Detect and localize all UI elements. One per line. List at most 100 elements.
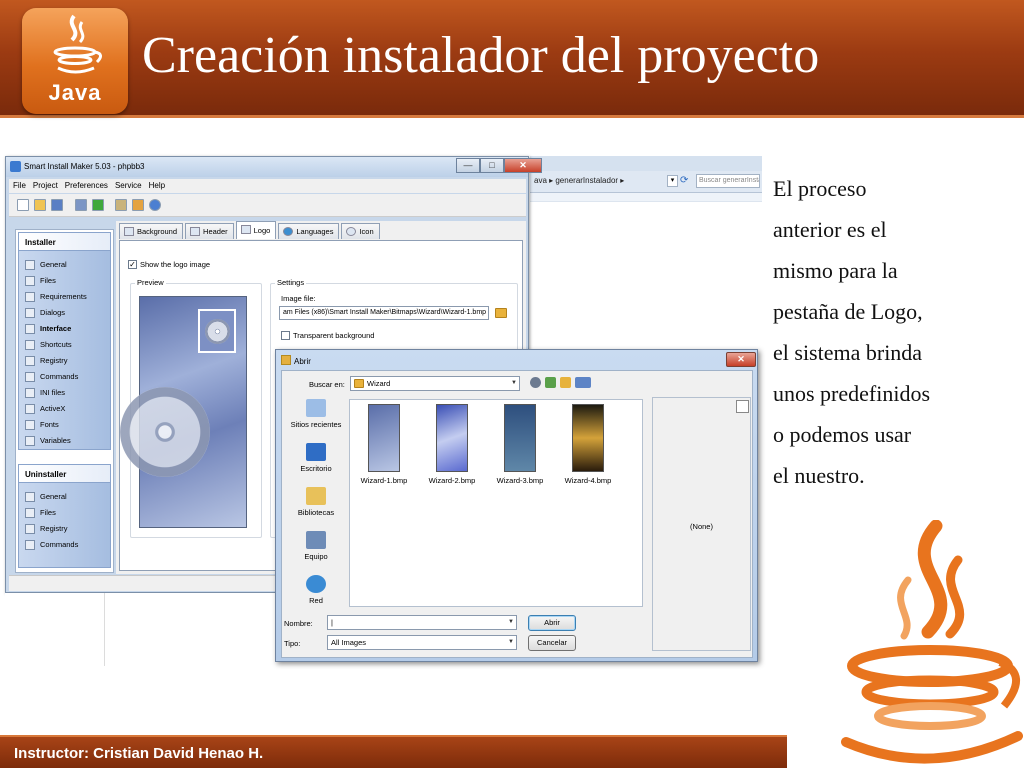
settings-icon[interactable] — [115, 199, 127, 211]
body-line: El proceso — [773, 176, 867, 201]
disc-thumbnail — [198, 309, 236, 353]
menu-help[interactable]: Help — [149, 179, 165, 193]
refresh-icon[interactable]: ⟳ — [680, 175, 692, 187]
maximize-button[interactable]: □ — [480, 158, 504, 173]
menu-bar: File Project Preferences Service Help — [9, 179, 526, 193]
run-icon[interactable] — [92, 199, 104, 211]
chevron-down-icon: ▼ — [508, 639, 514, 645]
explorer-search-input[interactable]: Buscar generarInsta — [696, 174, 760, 188]
filename-input[interactable]: | ▼ — [327, 615, 517, 630]
uninstaller-item-files[interactable]: Files — [19, 505, 110, 521]
background-window-strip — [5, 593, 105, 666]
files-icon — [25, 508, 35, 518]
uninstaller-item-general[interactable]: General — [19, 489, 110, 505]
sidebar-item-commands[interactable]: Commands — [19, 369, 110, 385]
commands-icon — [25, 540, 35, 550]
look-in-label: Buscar en: — [309, 380, 345, 389]
dialog-close-button[interactable]: ✕ — [726, 352, 756, 367]
explorer-breadcrumb[interactable]: ava ▸ generarInstalador ▸ — [534, 176, 624, 185]
sidebar-item-activex[interactable]: ActiveX — [19, 401, 110, 417]
desktop-icon — [306, 443, 326, 461]
fonts-icon — [25, 420, 35, 430]
place-recent[interactable]: Sitios recientes — [285, 399, 347, 429]
sidebar-item-registry[interactable]: Registry — [19, 353, 110, 369]
app-titlebar: Smart Install Maker 5.03 - phpbb3 — □ ✕ — [6, 157, 542, 177]
place-network[interactable]: Red — [285, 575, 347, 605]
tab-logo[interactable]: Logo — [235, 221, 277, 239]
sidebar-item-ini-files[interactable]: INI files — [19, 385, 110, 401]
menu-preferences[interactable]: Preferences — [65, 179, 108, 193]
shortcuts-icon — [25, 340, 35, 350]
explorer-address-bar: ava ▸ generarInstalador ▸ ▾ ⟳ Buscar gen… — [530, 171, 762, 193]
view-menu-icon[interactable] — [575, 377, 591, 388]
body-line: el sistema brinda — [773, 340, 923, 365]
file-item[interactable]: Wizard-2.bmp — [422, 404, 482, 485]
close-button[interactable]: ✕ — [504, 158, 542, 173]
save-icon[interactable] — [51, 199, 63, 211]
footer-instructor: Instructor: Cristian David Henao H. — [14, 745, 264, 762]
sidebar-item-general[interactable]: General — [19, 257, 110, 273]
preview-group-title: Preview — [135, 278, 166, 287]
show-logo-checkbox[interactable]: ✓ — [128, 260, 137, 269]
sidebar-item-variables[interactable]: Variables — [19, 433, 110, 449]
globe-icon — [283, 227, 294, 236]
sidebar-item-fonts[interactable]: Fonts — [19, 417, 110, 433]
cd-icon — [205, 319, 230, 344]
browse-folder-icon[interactable] — [495, 308, 507, 318]
place-libraries[interactable]: Bibliotecas — [285, 487, 347, 517]
slide-title: Creación instalador del proyecto — [142, 27, 820, 84]
dialogs-icon — [25, 308, 35, 318]
back-icon[interactable] — [530, 377, 541, 388]
menu-project[interactable]: Project — [33, 179, 58, 193]
slide-header: Java Creación instalador del proyecto — [0, 0, 1024, 118]
sidebar-item-shortcuts[interactable]: Shortcuts — [19, 337, 110, 353]
dialog-app-icon — [281, 355, 291, 365]
image-file-input[interactable]: am Files (x86)\Smart Install Maker\Bitma… — [279, 306, 489, 320]
place-computer[interactable]: Equipo — [285, 531, 347, 561]
uninstaller-item-registry[interactable]: Registry — [19, 521, 110, 537]
file-item[interactable]: Wizard-4.bmp — [558, 404, 618, 485]
tab-strip: Background Header Logo Languages Icon — [119, 221, 380, 240]
up-folder-icon[interactable] — [545, 377, 556, 388]
menu-service[interactable]: Service — [115, 179, 142, 193]
body-line: o podemos usar — [773, 422, 912, 447]
new-file-icon[interactable] — [17, 199, 29, 211]
cancel-button[interactable]: Cancelar — [528, 635, 576, 651]
uninstaller-item-commands[interactable]: Commands — [19, 537, 110, 553]
file-item[interactable]: Wizard-1.bmp — [354, 404, 414, 485]
bitmap-thumbnail — [572, 404, 604, 472]
preview-toggle-icon[interactable] — [736, 400, 749, 413]
open-folder-icon[interactable] — [34, 199, 46, 211]
file-item[interactable]: Wizard-3.bmp — [490, 404, 550, 485]
tab-icon[interactable]: Icon — [341, 223, 380, 239]
cd-icon — [120, 387, 210, 477]
bitmap-thumbnail — [436, 404, 468, 472]
tab-header[interactable]: Header — [185, 223, 234, 239]
computer-icon — [306, 531, 326, 549]
preview-text: (None) — [690, 522, 713, 531]
place-desktop[interactable]: Escritorio — [285, 443, 347, 473]
build-icon[interactable] — [75, 199, 87, 211]
body-line: mismo para la — [773, 258, 898, 283]
header-icon — [190, 227, 201, 236]
filetype-label: Tipo: — [284, 639, 301, 648]
breadcrumb-dropdown-icon[interactable]: ▾ — [667, 175, 678, 187]
sidebar-item-interface[interactable]: Interface — [19, 321, 110, 337]
sidebar-item-files[interactable]: Files — [19, 273, 110, 289]
tab-languages[interactable]: Languages — [278, 223, 340, 239]
sidebar-item-requirements[interactable]: Requirements — [19, 289, 110, 305]
tab-background[interactable]: Background — [119, 223, 184, 239]
help-icon[interactable] — [149, 199, 161, 211]
open-button[interactable]: Abrir — [528, 615, 576, 631]
wizard-icon[interactable] — [132, 199, 144, 211]
look-in-select[interactable]: Wizard ▼ — [350, 376, 520, 391]
menu-file[interactable]: File — [13, 179, 26, 193]
sidebar-item-dialogs[interactable]: Dialogs — [19, 305, 110, 321]
uninstaller-group: Uninstaller General Files Registry Comma… — [18, 464, 111, 568]
uninstaller-group-title: Uninstaller — [19, 465, 110, 483]
transparent-background-checkbox[interactable] — [281, 331, 290, 340]
look-in-value: Wizard — [367, 379, 391, 388]
minimize-button[interactable]: — — [456, 158, 480, 173]
new-folder-icon[interactable] — [560, 377, 571, 388]
filetype-select[interactable]: All Images ▼ — [327, 635, 517, 650]
